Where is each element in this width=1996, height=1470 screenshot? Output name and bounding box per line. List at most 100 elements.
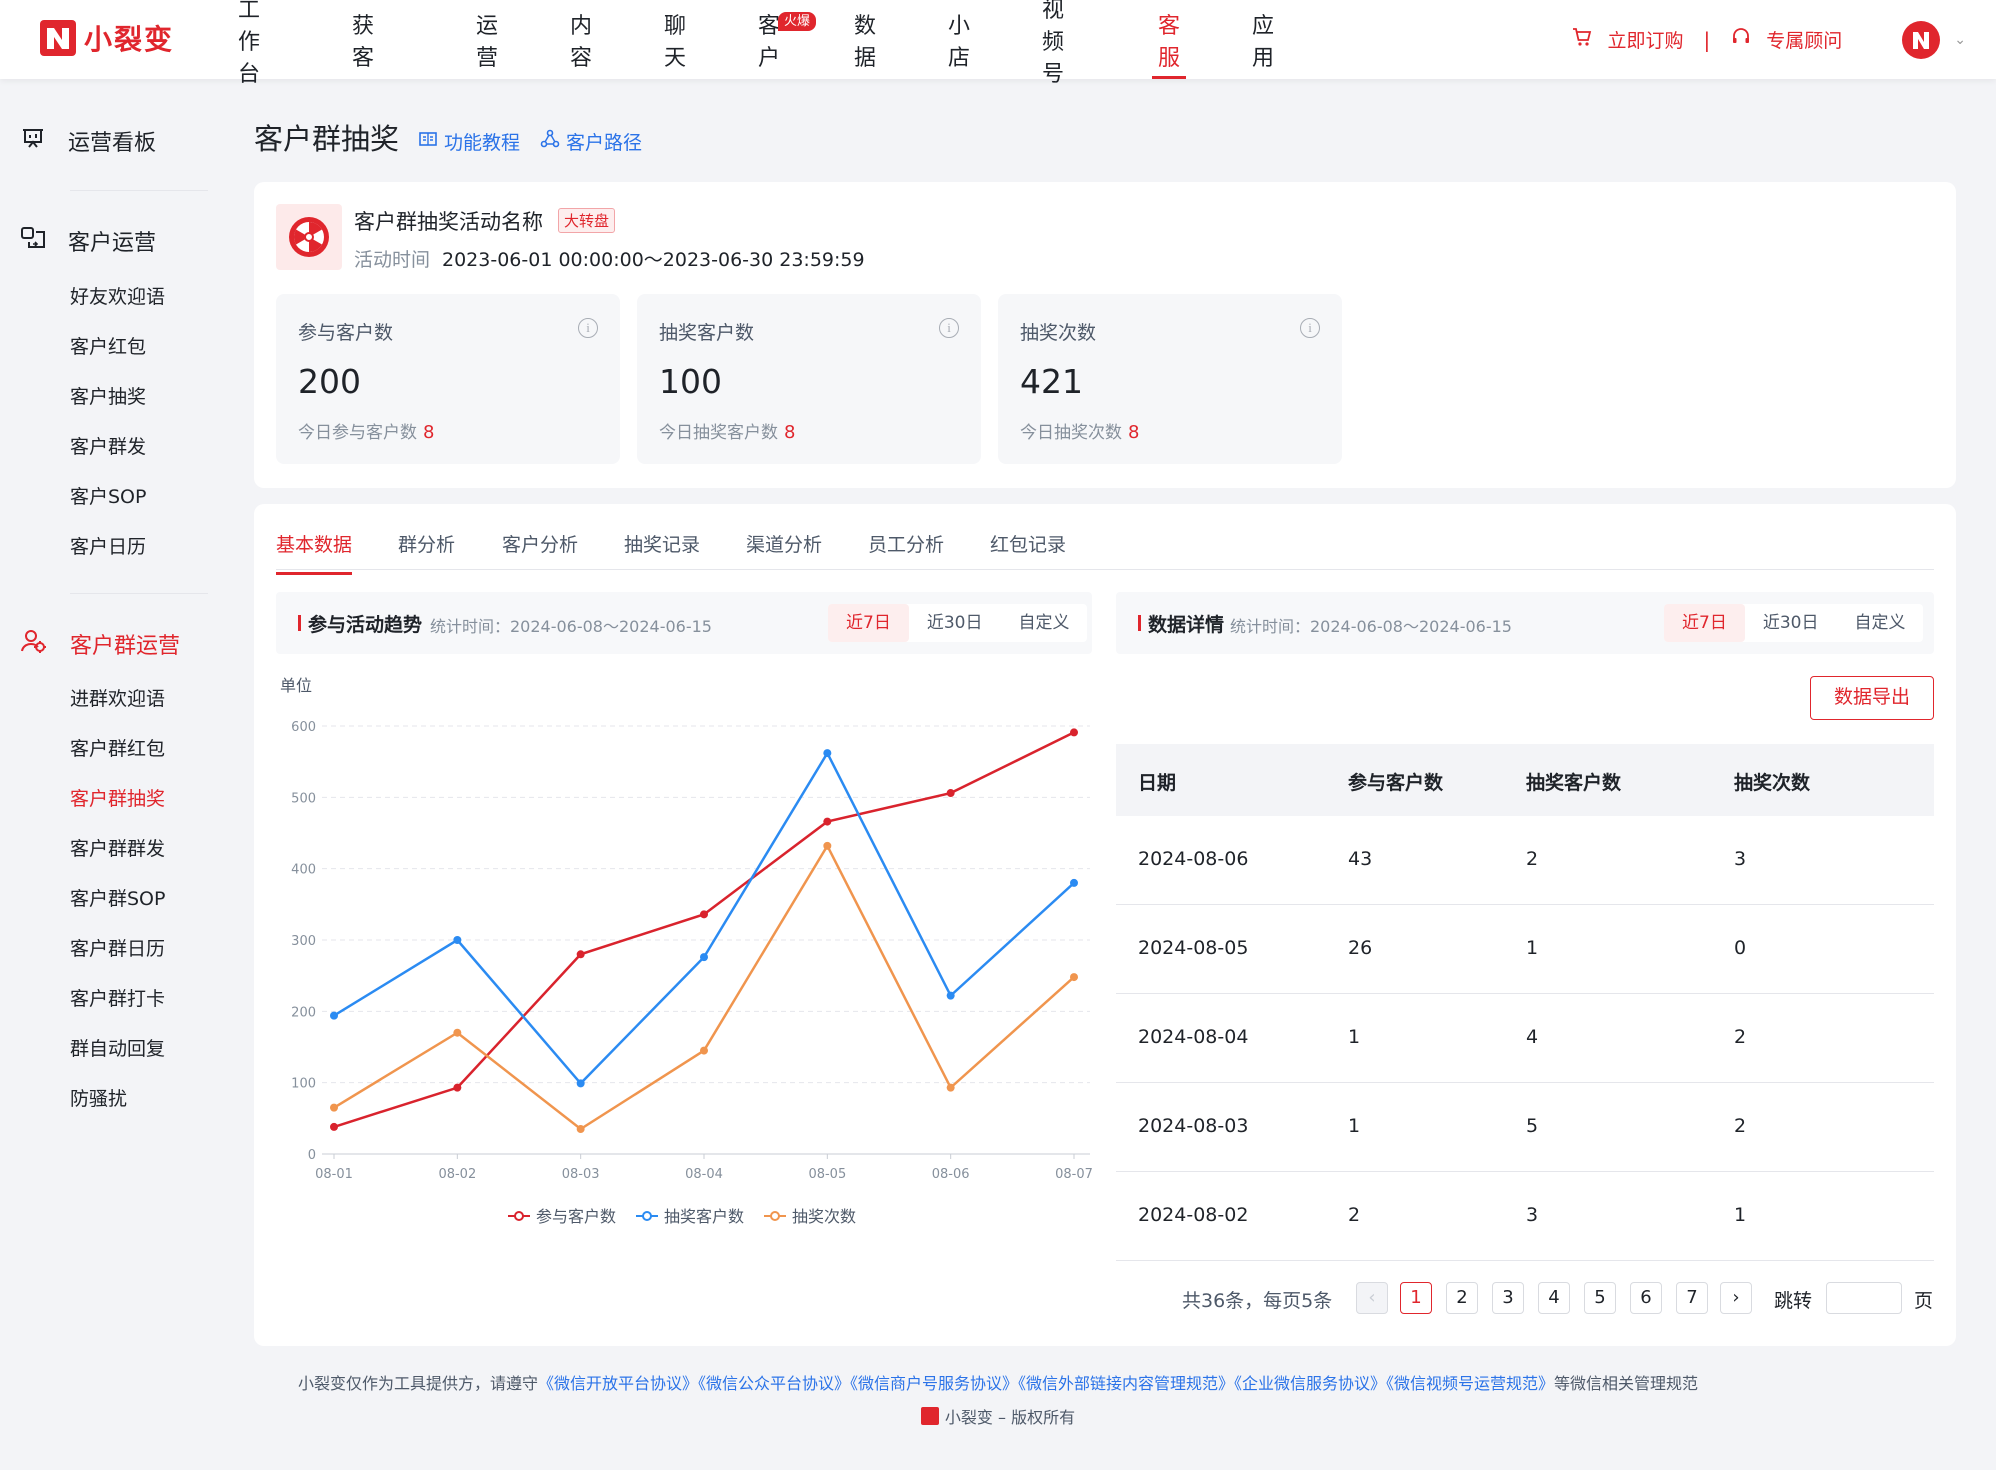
stat-value: 100 bbox=[659, 362, 722, 401]
table-cell: 1 bbox=[1348, 1115, 1361, 1137]
sidebar-item[interactable]: 好友欢迎语 bbox=[70, 282, 165, 309]
range-option[interactable]: 近7日 bbox=[1664, 604, 1745, 642]
range-option[interactable]: 近7日 bbox=[828, 604, 909, 642]
footer-link[interactable]: 《微信公众平台协议》 bbox=[698, 1374, 850, 1393]
sidebar-item[interactable]: 客户群群发 bbox=[70, 834, 165, 861]
tab-3[interactable]: 抽奖记录 bbox=[624, 530, 700, 557]
column-header: 抽奖客户数 bbox=[1526, 772, 1622, 794]
sidebar-item[interactable]: 客户抽奖 bbox=[70, 382, 146, 409]
data-point bbox=[453, 1083, 462, 1092]
stat-today-label: 今日抽奖客户数 bbox=[659, 423, 778, 443]
data-point bbox=[946, 1083, 955, 1092]
sidebar-item[interactable]: 客户群红包 bbox=[70, 734, 165, 761]
nav-item-1[interactable]: 获客 bbox=[352, 0, 374, 79]
table-header: 日期 参与客户数 抽奖客户数 抽奖次数 bbox=[1116, 744, 1934, 816]
sidebar-item[interactable]: 客户群日历 bbox=[70, 934, 165, 961]
nav-item-9[interactable]: 客服 bbox=[1151, 0, 1187, 79]
page-button[interactable]: 6 bbox=[1630, 1282, 1662, 1314]
table-row: 2024-08-04 1 4 2 bbox=[1116, 994, 1934, 1083]
y-tick-label: 600 bbox=[291, 720, 316, 735]
sidebar-item[interactable]: 群自动回复 bbox=[70, 1034, 165, 1061]
group-users-icon bbox=[20, 627, 48, 661]
series-line-0 bbox=[333, 731, 1075, 1129]
customer-ops-icon bbox=[20, 225, 46, 257]
data-point bbox=[700, 910, 708, 919]
sidebar-item[interactable]: 客户红包 bbox=[70, 332, 146, 359]
page-button[interactable]: 2 bbox=[1446, 1282, 1478, 1314]
table-cell: 2024-08-02 bbox=[1138, 1204, 1249, 1226]
sidebar-item[interactable]: 客户群打卡 bbox=[70, 984, 165, 1011]
page-button[interactable]: 7 bbox=[1676, 1282, 1708, 1314]
customer-path-link[interactable]: 客户路径 bbox=[540, 128, 642, 155]
sidebar-group-customer-ops[interactable]: 客户运营 bbox=[20, 225, 156, 257]
nav-item-label: 视频号 bbox=[1042, 0, 1065, 87]
export-data-button[interactable]: 数据导出 bbox=[1810, 676, 1934, 720]
tab-2[interactable]: 客户分析 bbox=[502, 530, 578, 557]
footer-link[interactable]: 《微信开放平台协议》 bbox=[538, 1374, 698, 1393]
tab-1[interactable]: 群分析 bbox=[398, 530, 455, 557]
tab-6[interactable]: 红包记录 bbox=[990, 530, 1066, 557]
avatar[interactable] bbox=[1902, 20, 1941, 59]
chevron-down-icon[interactable]: ⌄ bbox=[1954, 32, 1966, 48]
nav-item-4[interactable]: 聊天 bbox=[664, 0, 686, 79]
tab-0[interactable]: 基本数据 bbox=[276, 530, 353, 575]
info-icon[interactable]: i bbox=[939, 318, 959, 338]
range-option[interactable]: 自定义 bbox=[1000, 604, 1087, 642]
sidebar-item[interactable]: 进群欢迎语 bbox=[70, 684, 165, 711]
nav-item-3[interactable]: 内容 bbox=[570, 0, 592, 79]
brand-logo[interactable]: 小裂变 bbox=[40, 18, 174, 58]
sidebar-item[interactable]: 客户日历 bbox=[70, 532, 146, 559]
detail-panel-header: 数据详情 统计时间：2024-06-08～2024-06-15 近7日 近30日自… bbox=[1116, 592, 1934, 654]
footer-link[interactable]: 《微信视频号运营规范》 bbox=[1386, 1374, 1554, 1393]
page-button[interactable]: 3 bbox=[1492, 1282, 1524, 1314]
page-button[interactable]: 1 bbox=[1400, 1282, 1432, 1314]
x-tick-label: 08-07 bbox=[1055, 1167, 1092, 1182]
sidebar-item[interactable]: 客户群抽奖 bbox=[70, 784, 165, 811]
nav-item-0[interactable]: 工作台 bbox=[238, 0, 260, 87]
tab-5[interactable]: 员工分析 bbox=[868, 530, 944, 557]
headset-icon[interactable] bbox=[1730, 26, 1752, 53]
sidebar-item[interactable]: 防骚扰 bbox=[70, 1084, 127, 1111]
sidebar-item[interactable]: 客户SOP bbox=[70, 482, 146, 509]
prev-page-button[interactable]: ‹ bbox=[1356, 1282, 1388, 1314]
page-button[interactable]: 5 bbox=[1584, 1282, 1616, 1314]
table-cell: 26 bbox=[1348, 937, 1373, 959]
tutorial-link[interactable]: 功能教程 bbox=[418, 128, 520, 155]
order-now-link[interactable]: 立即订购 bbox=[1607, 26, 1683, 53]
range-option[interactable]: 近30日 bbox=[909, 604, 1001, 642]
cart-icon[interactable] bbox=[1571, 26, 1593, 53]
data-point bbox=[576, 1125, 585, 1134]
page-button[interactable]: 4 bbox=[1538, 1282, 1570, 1314]
sidebar-group-group-ops[interactable]: 客户群运营 bbox=[20, 627, 180, 661]
sidebar-group-dashboard[interactable]: 运营看板 bbox=[20, 125, 156, 157]
info-icon[interactable]: i bbox=[1300, 318, 1320, 338]
footer-link[interactable]: 《微信外部链接内容管理规范》 bbox=[1018, 1374, 1234, 1393]
data-point bbox=[700, 1046, 708, 1055]
footer-link[interactable]: 《企业微信服务协议》 bbox=[1234, 1374, 1386, 1393]
sidebar-item[interactable]: 客户群发 bbox=[70, 432, 146, 459]
range-option[interactable]: 自定义 bbox=[1836, 604, 1923, 642]
table-cell: 2 bbox=[1734, 1026, 1747, 1048]
activity-time: 2023-06-01 00:00:00～2023-06-30 23:59:59 bbox=[442, 249, 865, 271]
tab-4[interactable]: 渠道分析 bbox=[746, 530, 822, 557]
nav-item-2[interactable]: 运营 bbox=[476, 0, 498, 79]
footer-suffix: 等微信相关管理规范 bbox=[1554, 1374, 1699, 1393]
table-cell: 2024-08-04 bbox=[1138, 1026, 1249, 1048]
advisor-link[interactable]: 专属顾问 bbox=[1766, 26, 1842, 53]
footer-link[interactable]: 《微信商户号服务协议》 bbox=[850, 1374, 1018, 1393]
sidebar-item[interactable]: 客户群SOP bbox=[70, 884, 165, 911]
info-icon[interactable]: i bbox=[578, 318, 598, 338]
column-header: 日期 bbox=[1138, 772, 1177, 794]
stat-today: 今日抽奖客户数 8 bbox=[659, 418, 795, 443]
nav-item-5[interactable]: 客户 火爆 bbox=[758, 0, 817, 79]
nav-item-7[interactable]: 小店 bbox=[948, 0, 970, 79]
nav-item-8[interactable]: 视频号 bbox=[1042, 0, 1064, 87]
range-option[interactable]: 近30日 bbox=[1745, 604, 1837, 642]
nav-item-10[interactable]: 应用 bbox=[1252, 0, 1274, 79]
nav-item-6[interactable]: 数据 bbox=[854, 0, 876, 79]
table-cell: 3 bbox=[1734, 848, 1747, 870]
table-cell: 2 bbox=[1348, 1204, 1361, 1226]
jump-page-input[interactable] bbox=[1826, 1282, 1902, 1314]
next-page-button[interactable]: › bbox=[1720, 1282, 1752, 1314]
chart-unit-label: 单位 bbox=[280, 676, 313, 695]
